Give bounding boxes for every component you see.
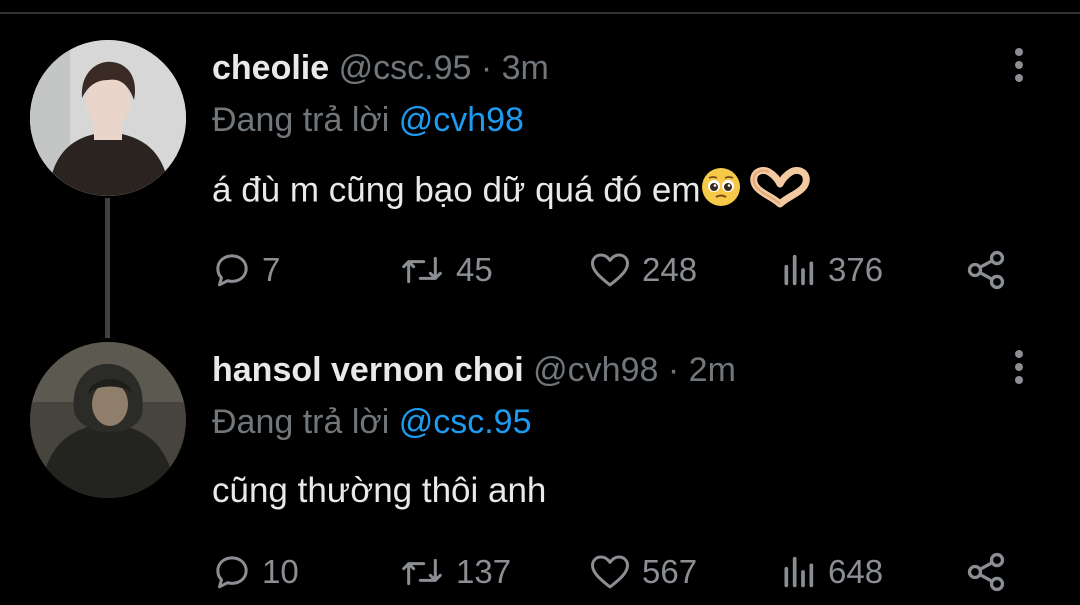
replying-prefix: Đang trả lời xyxy=(212,101,390,139)
avatar[interactable] xyxy=(30,342,186,498)
user-handle[interactable]: @csc.95 xyxy=(339,49,472,87)
tweet-hansol[interactable]: hansol vernon choi @cvh98 · 2m Đang trả … xyxy=(0,320,1080,605)
heart-icon xyxy=(591,253,629,287)
retweet-icon xyxy=(402,558,442,586)
tweet-text: á đù m cũng bạo dữ quá đó em xyxy=(212,166,818,218)
separator-dot: · xyxy=(480,49,493,87)
avatar[interactable] xyxy=(30,40,186,196)
retweet-count: 137 xyxy=(456,553,512,590)
tweet-actions: 7 45 248 376 xyxy=(212,248,1032,292)
replying-prefix: Đang trả lời xyxy=(212,403,390,441)
display-name[interactable]: hansol vernon choi xyxy=(212,351,524,389)
separator-dot: · xyxy=(667,351,680,389)
views-count: 648 xyxy=(828,553,884,590)
analytics-icon xyxy=(784,254,814,286)
heart-hands-emoji-icon xyxy=(742,166,818,218)
views-button[interactable]: 376 xyxy=(778,248,883,292)
replying-mention[interactable]: @cvh98 xyxy=(399,101,524,139)
timestamp[interactable]: 2m xyxy=(689,351,736,389)
share-button[interactable] xyxy=(964,248,1008,292)
views-count: 376 xyxy=(828,251,884,288)
tweet-actions: 10 137 567 648 xyxy=(212,550,1032,594)
user-handle[interactable]: @cvh98 xyxy=(533,351,658,389)
share-button[interactable] xyxy=(964,550,1008,594)
like-count: 248 xyxy=(642,251,698,288)
tweet-text: cũng thường thôi anh xyxy=(212,470,546,512)
replying-mention[interactable]: @csc.95 xyxy=(399,403,532,441)
reply-button[interactable]: 10 xyxy=(212,550,299,594)
like-button[interactable]: 248 xyxy=(588,248,697,292)
like-button[interactable]: 567 xyxy=(588,550,697,594)
share-icon xyxy=(967,250,1005,290)
display-name[interactable]: cheolie xyxy=(212,49,329,87)
reply-icon xyxy=(216,254,248,287)
tweet-header: cheolie @csc.95 · 3m xyxy=(212,48,549,88)
like-count: 567 xyxy=(642,553,698,590)
analytics-icon xyxy=(784,556,814,588)
retweet-button[interactable]: 45 xyxy=(398,248,493,292)
reply-count: 10 xyxy=(262,553,299,590)
tweet-text-content: cũng thường thôi anh xyxy=(212,471,547,510)
more-options-icon[interactable] xyxy=(1010,350,1028,390)
reply-count: 7 xyxy=(262,251,281,288)
tweet-header: hansol vernon choi @cvh98 · 2m xyxy=(212,350,736,390)
heart-icon xyxy=(591,555,629,589)
retweet-count: 45 xyxy=(456,251,493,288)
more-options-icon[interactable] xyxy=(1010,48,1028,88)
replying-to: Đang trả lời @csc.95 xyxy=(212,402,532,442)
pleading-face-emoji-icon xyxy=(700,166,742,218)
tweet-text-content: á đù m cũng bạo dữ quá đó em xyxy=(212,170,701,210)
tweet-cheolie[interactable]: cheolie @csc.95 · 3m Đang trả lời @cvh98… xyxy=(0,0,1080,300)
timestamp[interactable]: 3m xyxy=(502,49,549,87)
retweet-icon xyxy=(402,256,442,284)
views-button[interactable]: 648 xyxy=(778,550,883,594)
share-icon xyxy=(967,552,1005,592)
reply-button[interactable]: 7 xyxy=(212,248,280,292)
reply-icon xyxy=(216,556,248,589)
replying-to: Đang trả lời @cvh98 xyxy=(212,100,524,140)
retweet-button[interactable]: 137 xyxy=(398,550,511,594)
